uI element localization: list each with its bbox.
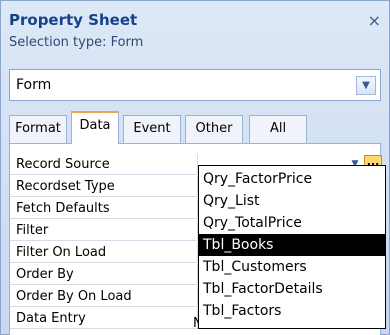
property-label: Order By — [16, 267, 74, 282]
tab-data[interactable]: Data — [71, 111, 119, 144]
panel-title: Property Sheet — [9, 11, 138, 29]
property-sheet-panel: Property Sheet × Selection type: Form Fo… — [0, 0, 390, 335]
chevron-down-icon[interactable]: ▼ — [356, 76, 376, 95]
close-icon[interactable]: × — [368, 11, 381, 30]
dropdown-option[interactable]: Qry_List — [199, 190, 385, 212]
tab-event[interactable]: Event — [123, 115, 181, 143]
property-label: Recordset Type — [16, 179, 115, 194]
dropdown-option[interactable]: Tbl_FactorDetails — [199, 278, 385, 300]
record-source-dropdown: Qry_FactorPrice Qry_List Qry_TotalPrice … — [198, 165, 386, 329]
tab-all[interactable]: All — [249, 115, 307, 143]
property-label: Fetch Defaults — [16, 201, 110, 216]
tab-strip: Format Data Event Other All — [9, 111, 381, 144]
selection-combo[interactable]: Form ▼ — [9, 69, 381, 101]
property-label: Data Entry — [16, 311, 86, 326]
property-label: Filter — [16, 223, 49, 238]
property-label: Record Source — [16, 157, 110, 172]
property-label: Filter On Load — [16, 245, 107, 260]
tab-format[interactable]: Format — [9, 115, 67, 143]
selection-combo-value: Form — [16, 77, 52, 93]
property-label: Order By On Load — [16, 289, 132, 304]
dropdown-option[interactable]: Tbl_Factors — [199, 300, 385, 322]
tab-other[interactable]: Other — [185, 115, 243, 143]
dropdown-option[interactable]: Tbl_Customers — [199, 256, 385, 278]
dropdown-option[interactable]: Qry_TotalPrice — [199, 212, 385, 234]
selection-type-label: Selection type: Form — [9, 35, 144, 50]
dropdown-option[interactable]: Qry_FactorPrice — [199, 168, 385, 190]
dropdown-option-highlighted[interactable]: Tbl_Books — [199, 234, 385, 256]
